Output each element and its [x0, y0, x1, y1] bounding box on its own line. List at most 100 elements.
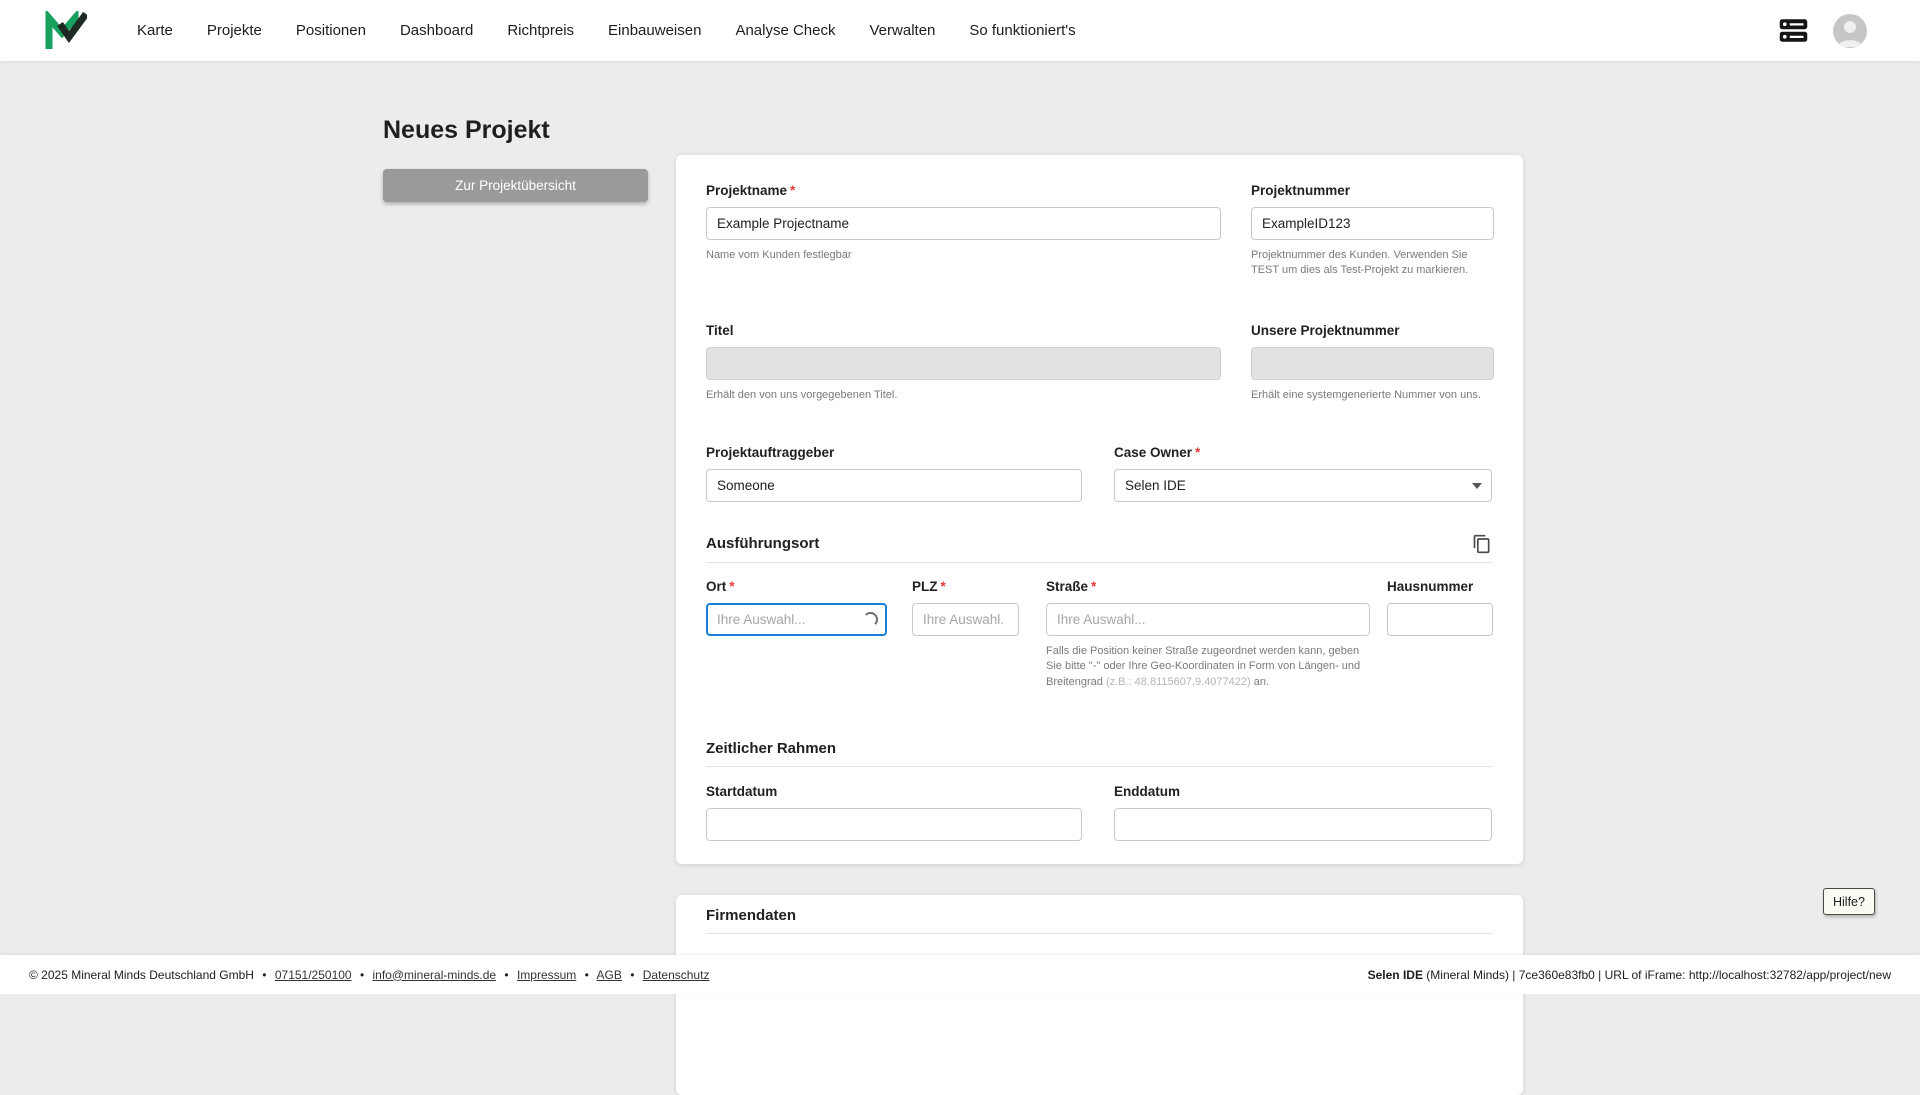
- case-owner-selected-value: Selen IDE: [1125, 478, 1186, 493]
- field-projektauftraggeber: Projektauftraggeber: [706, 445, 1082, 502]
- projektname-label-text: Projektname: [706, 183, 788, 198]
- help-button[interactable]: Hilfe?: [1823, 888, 1875, 915]
- field-unsere-projektnummer: Unsere Projektnummer Erhält eine systemg…: [1251, 323, 1494, 403]
- ort-input-wrap: [706, 603, 887, 636]
- field-projektname: Projektname* Name vom Kunden festlegbar: [706, 183, 1221, 263]
- enddatum-input[interactable]: [1114, 808, 1492, 841]
- titel-helper: Erhält den von uns vorgegebenen Titel.: [706, 389, 898, 401]
- strasse-helper-example: (z.B.: 48.8115607,9.4077422): [1105, 675, 1251, 688]
- footer-separator: •: [630, 967, 635, 982]
- user-avatar-icon: [1838, 20, 1862, 47]
- user-avatar[interactable]: [1833, 13, 1867, 48]
- footer-session-rest: (Mineral Minds) | 7ce360e83fb0 | URL of …: [1422, 967, 1891, 982]
- titel-input: [706, 347, 1221, 380]
- footer-separator: •: [262, 967, 267, 982]
- server-icon[interactable]: [1778, 18, 1809, 43]
- projektauftraggeber-input[interactable]: [706, 469, 1082, 502]
- required-asterisk: *: [1091, 579, 1097, 594]
- nav-item-karte[interactable]: Karte: [137, 22, 173, 39]
- enddatum-label-text: Enddatum: [1114, 784, 1180, 799]
- footer-link-datenschutz[interactable]: Datenschutz: [643, 968, 710, 982]
- section-divider: [706, 766, 1493, 767]
- footer-link-phone[interactable]: 07151/250100: [275, 968, 352, 982]
- copy-icon[interactable]: [1470, 533, 1494, 557]
- section-divider: [706, 933, 1493, 934]
- projektnummer-helper: Projektnummer des Kunden. Verwenden Sie …: [1251, 249, 1469, 277]
- enddatum-label: Enddatum: [1114, 784, 1492, 799]
- projektnummer-label: Projektnummer: [1251, 183, 1494, 198]
- top-navbar: Karte Projekte Positionen Dashboard Rich…: [0, 0, 1920, 61]
- footer-left: © 2025 Mineral Minds Deutschland GmbH • …: [29, 968, 709, 982]
- startdatum-input[interactable]: [706, 808, 1082, 841]
- required-asterisk: *: [729, 579, 735, 594]
- footer-copyright: © 2025 Mineral Minds Deutschland GmbH: [29, 967, 254, 982]
- hausnummer-input[interactable]: [1387, 603, 1493, 636]
- ort-input[interactable]: [706, 603, 887, 636]
- projektname-label: Projektname *: [706, 183, 1221, 198]
- projektnummer-label-text: Projektnummer: [1251, 183, 1351, 198]
- projektauftraggeber-label-text: Projektauftraggeber: [706, 445, 835, 460]
- hausnummer-label: Hausnummer: [1387, 579, 1493, 594]
- plz-input[interactable]: [912, 603, 1019, 636]
- nav-item-positionen[interactable]: Positionen: [296, 22, 366, 39]
- nav-item-so-funktionierts[interactable]: So funktioniert's: [969, 22, 1075, 39]
- footer-session-info: Selen IDE (Mineral Minds) | 7ce360e83fb0…: [1368, 968, 1891, 982]
- firmendaten-card: Firmendaten: [676, 895, 1523, 1095]
- required-asterisk: *: [790, 183, 796, 198]
- plz-label-text: PLZ: [912, 579, 938, 594]
- case-owner-select[interactable]: Selen IDE: [1114, 469, 1492, 502]
- field-titel: Titel Erhält den von uns vorgegebenen Ti…: [706, 323, 1221, 403]
- project-form-card: Projektname* Name vom Kunden festlegbar …: [676, 155, 1523, 864]
- strasse-input[interactable]: [1046, 603, 1370, 636]
- projektauftraggeber-label: Projektauftraggeber: [706, 445, 1082, 460]
- zeitlicher-rahmen-heading: Zeitlicher Rahmen: [706, 740, 837, 757]
- ausfuehrungsort-heading: Ausführungsort: [706, 535, 820, 552]
- required-asterisk: *: [1195, 445, 1201, 460]
- field-strasse: Straße* Falls die Position keiner Straße…: [1046, 579, 1370, 690]
- titel-label: Titel: [706, 323, 1221, 338]
- field-hausnummer: Hausnummer: [1387, 579, 1493, 636]
- projektname-input[interactable]: [706, 207, 1221, 240]
- projektnummer-input[interactable]: [1251, 207, 1494, 240]
- startdatum-label-text: Startdatum: [706, 784, 778, 799]
- chevron-down-icon: [1472, 482, 1482, 489]
- strasse-helper-end: an.: [1250, 675, 1270, 688]
- hausnummer-label-text: Hausnummer: [1387, 579, 1474, 594]
- unsere-projektnummer-label-text: Unsere Projektnummer: [1251, 323, 1400, 338]
- nav-item-richtpreis[interactable]: Richtpreis: [507, 22, 574, 39]
- field-startdatum: Startdatum: [706, 784, 1082, 841]
- strasse-label: Straße *: [1046, 579, 1370, 594]
- nav-item-analyse-check[interactable]: Analyse Check: [735, 22, 835, 39]
- footer-session-user: Selen IDE: [1367, 967, 1423, 982]
- footer-link-email[interactable]: info@mineral-minds.de: [372, 968, 496, 982]
- footer-separator: •: [504, 967, 509, 982]
- footer-link-impressum[interactable]: Impressum: [517, 968, 576, 982]
- field-enddatum: Enddatum: [1114, 784, 1492, 841]
- nav-item-verwalten[interactable]: Verwalten: [870, 22, 936, 39]
- mineral-minds-logo-mark: [45, 10, 87, 49]
- field-plz: PLZ *: [912, 579, 1019, 636]
- strasse-helper: Falls die Position keiner Straße zugeord…: [1046, 644, 1370, 690]
- case-owner-label-text: Case Owner: [1114, 445, 1193, 460]
- main-nav: Karte Projekte Positionen Dashboard Rich…: [137, 22, 1076, 39]
- nav-item-dashboard[interactable]: Dashboard: [400, 22, 473, 39]
- navbar-right: [1778, 13, 1867, 48]
- plz-label: PLZ *: [912, 579, 1019, 594]
- firmendaten-heading: Firmendaten: [706, 907, 797, 924]
- unsere-projektnummer-label: Unsere Projektnummer: [1251, 323, 1494, 338]
- page-title: Neues Projekt: [383, 116, 550, 144]
- section-divider: [706, 562, 1493, 563]
- field-case-owner: Case Owner * Selen IDE: [1114, 445, 1492, 502]
- mineral-minds-logo[interactable]: [45, 10, 87, 52]
- ort-label: Ort *: [706, 579, 887, 594]
- case-owner-label: Case Owner *: [1114, 445, 1492, 460]
- loading-spinner-icon: [863, 611, 878, 627]
- footer-separator: •: [359, 967, 365, 982]
- titel-label-text: Titel: [706, 323, 734, 338]
- nav-item-einbauweisen[interactable]: Einbauweisen: [608, 22, 701, 39]
- footer-link-agb[interactable]: AGB: [597, 968, 622, 982]
- nav-item-projekte[interactable]: Projekte: [207, 22, 262, 39]
- unsere-projektnummer-input: [1251, 347, 1494, 380]
- project-overview-button[interactable]: Zur Projektübersicht: [383, 169, 648, 202]
- projektname-helper: Name vom Kunden festlegbar: [706, 249, 852, 261]
